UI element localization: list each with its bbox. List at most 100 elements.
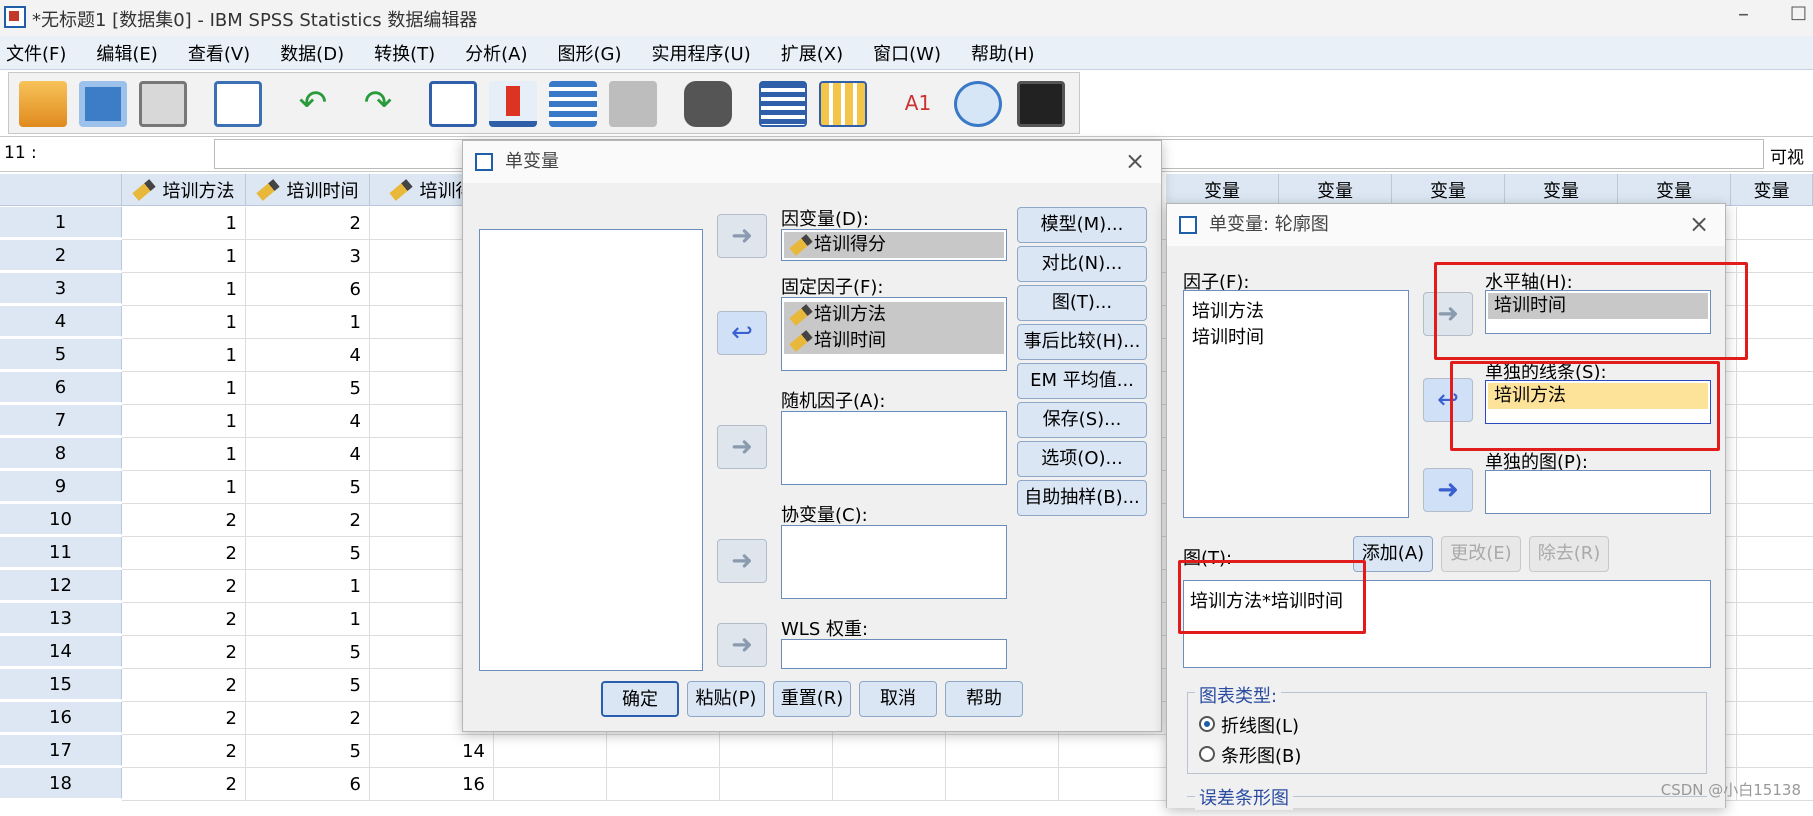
row-header[interactable]: 17: [0, 735, 122, 766]
paste-button[interactable]: 粘贴(P): [687, 681, 765, 717]
table-cell[interactable]: 2: [122, 537, 246, 570]
empty-cell[interactable]: [1737, 570, 1813, 603]
empty-cell[interactable]: [1737, 702, 1813, 735]
row-header[interactable]: 18: [0, 768, 122, 799]
menu-window[interactable]: 窗口(W): [873, 40, 941, 66]
table-cell[interactable]: 2: [122, 768, 246, 801]
empty-cell[interactable]: [833, 735, 946, 768]
menu-view[interactable]: 查看(V): [188, 40, 250, 66]
empty-cell[interactable]: [494, 768, 607, 801]
empty-cell[interactable]: [720, 768, 833, 801]
empty-cell[interactable]: [1737, 636, 1813, 669]
save-icon[interactable]: [79, 81, 127, 127]
table-cell[interactable]: 1: [122, 273, 246, 306]
empty-cell[interactable]: [607, 768, 720, 801]
column-header-training-time[interactable]: 培训时间: [246, 174, 370, 206]
bar-chart-radio[interactable]: [1199, 746, 1215, 762]
table-cell[interactable]: 4: [246, 405, 370, 438]
empty-cell[interactable]: [1737, 603, 1813, 636]
plots-button[interactable]: 图(T)...: [1017, 285, 1147, 321]
row-header[interactable]: 14: [0, 636, 122, 667]
options-button[interactable]: 选项(O)...: [1017, 441, 1147, 477]
fixed-factor-list[interactable]: 培训方法 培训时间: [781, 297, 1007, 371]
empty-cell[interactable]: [1737, 471, 1813, 504]
table-cell[interactable]: 5: [246, 636, 370, 669]
table-cell[interactable]: 2: [122, 603, 246, 636]
contrasts-button[interactable]: 对比(N)...: [1017, 246, 1147, 282]
table-cell[interactable]: 5: [246, 735, 370, 768]
row-header[interactable]: 4: [0, 306, 122, 337]
table-cell[interactable]: 2: [122, 735, 246, 768]
table-cell[interactable]: 5: [246, 372, 370, 405]
table-cell[interactable]: 1: [246, 306, 370, 339]
column-header-var[interactable]: 变量: [1731, 174, 1813, 206]
column-header-training-method[interactable]: 培训方法: [122, 174, 246, 206]
empty-cell[interactable]: [1737, 372, 1813, 405]
table-cell[interactable]: 5: [246, 471, 370, 504]
source-variable-list[interactable]: [479, 229, 703, 671]
select-cases-icon[interactable]: [1017, 81, 1065, 127]
dependent-variable-field[interactable]: 培训得分: [781, 229, 1007, 261]
table-cell[interactable]: 1: [122, 339, 246, 372]
table-cell[interactable]: 2: [122, 669, 246, 702]
empty-cell[interactable]: [607, 735, 720, 768]
empty-cell[interactable]: [1737, 405, 1813, 438]
dependent-variable-item[interactable]: 培训得分: [784, 232, 1004, 258]
table-cell[interactable]: 1: [122, 306, 246, 339]
table-cell[interactable]: 16: [370, 768, 494, 801]
close-icon[interactable]: ×: [1125, 147, 1145, 175]
column-header-var[interactable]: 变量: [1505, 174, 1618, 206]
empty-cell[interactable]: [1737, 207, 1813, 240]
empty-cell[interactable]: [833, 768, 946, 801]
empty-cell[interactable]: [1737, 537, 1813, 570]
empty-cell[interactable]: [1059, 735, 1172, 768]
factor-item[interactable]: 培训方法: [1192, 297, 1264, 323]
minimize-button[interactable]: –: [1738, 2, 1749, 27]
row-header[interactable]: 7: [0, 405, 122, 436]
table-cell[interactable]: 1: [122, 471, 246, 504]
empty-cell[interactable]: [1737, 339, 1813, 372]
insert-variable-icon[interactable]: [819, 81, 867, 127]
table-cell[interactable]: 1: [246, 570, 370, 603]
row-header[interactable]: 13: [0, 603, 122, 634]
empty-cell[interactable]: [946, 735, 1059, 768]
ok-button[interactable]: 确定: [601, 681, 679, 717]
move-to-dependent-button[interactable]: ➜: [717, 214, 767, 258]
undo-icon[interactable]: ↶: [289, 81, 337, 127]
table-cell[interactable]: 1: [122, 405, 246, 438]
table-cell[interactable]: 2: [122, 504, 246, 537]
move-to-covariate-button[interactable]: ➜: [717, 539, 767, 583]
save-button[interactable]: 保存(S)...: [1017, 402, 1147, 438]
table-cell[interactable]: 4: [246, 438, 370, 471]
run-descriptives-icon[interactable]: [609, 81, 657, 127]
insert-cases-icon[interactable]: [759, 81, 807, 127]
menu-edit[interactable]: 编辑(E): [96, 40, 157, 66]
empty-cell[interactable]: [1737, 735, 1813, 768]
table-cell[interactable]: 2: [246, 504, 370, 537]
post-hoc-button[interactable]: 事后比较(H)...: [1017, 324, 1147, 360]
row-header[interactable]: 9: [0, 471, 122, 502]
table-cell[interactable]: 2: [122, 636, 246, 669]
maximize-button[interactable]: □: [1790, 2, 1807, 23]
row-header[interactable]: 10: [0, 504, 122, 535]
open-folder-icon[interactable]: [19, 81, 67, 127]
menu-analyze[interactable]: 分析(A): [465, 40, 527, 66]
table-cell[interactable]: 5: [246, 537, 370, 570]
table-cell[interactable]: 1: [122, 207, 246, 240]
goto-variable-icon[interactable]: [489, 81, 537, 127]
column-header-var[interactable]: 变量: [1279, 174, 1392, 206]
covariate-list[interactable]: [781, 525, 1007, 599]
recall-dialog-icon[interactable]: [214, 81, 262, 127]
bootstrap-button[interactable]: 自助抽样(B)...: [1017, 480, 1147, 516]
separate-plots-field[interactable]: [1485, 470, 1711, 514]
factor-item[interactable]: 培训时间: [1192, 323, 1264, 349]
table-cell[interactable]: 2: [122, 702, 246, 735]
row-header[interactable]: 1: [0, 207, 122, 238]
row-header[interactable]: 11: [0, 537, 122, 568]
table-cell[interactable]: 1: [122, 240, 246, 273]
table-cell[interactable]: 1: [246, 603, 370, 636]
move-to-wls-button[interactable]: ➜: [717, 623, 767, 667]
table-cell[interactable]: 5: [246, 669, 370, 702]
row-header[interactable]: 15: [0, 669, 122, 700]
menu-help[interactable]: 帮助(H): [971, 40, 1035, 66]
